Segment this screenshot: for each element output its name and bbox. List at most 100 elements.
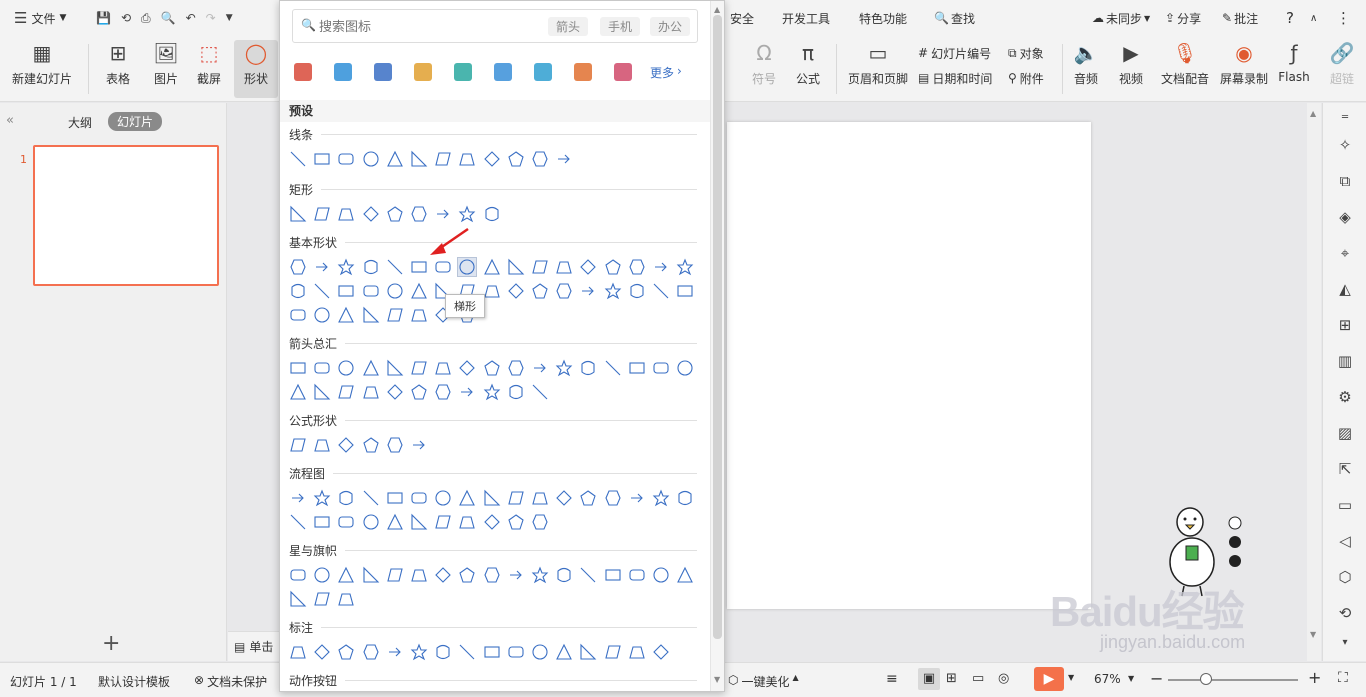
print-icon[interactable]: ⎙ [141, 11, 151, 26]
shape-item[interactable] [579, 643, 597, 661]
shape-item[interactable] [483, 383, 501, 401]
tab-outline[interactable]: 大纲 [68, 114, 92, 131]
search-command[interactable]: 🔍 查找 [934, 8, 975, 28]
shape-item[interactable] [434, 566, 452, 584]
formula-button[interactable]: π 公式 [788, 40, 828, 98]
shape-item[interactable] [289, 436, 307, 454]
shape-item[interactable] [676, 489, 694, 507]
shape-item[interactable] [386, 282, 404, 300]
shape-item[interactable] [362, 436, 380, 454]
shape-item[interactable] [337, 150, 355, 168]
shape-item[interactable] [483, 150, 501, 168]
one-click-beautify[interactable]: ⬡ 一键美化 ▲ [728, 673, 799, 690]
shape-item[interactable] [362, 150, 380, 168]
shape-item[interactable] [483, 489, 501, 507]
shape-item[interactable] [313, 282, 331, 300]
shape-button[interactable]: ◯ 形状 [234, 40, 278, 98]
tab-security[interactable]: 安全 [730, 8, 754, 28]
shape-item[interactable] [628, 282, 646, 300]
share-button[interactable]: ⇪ 分享 [1165, 8, 1201, 28]
shape-item[interactable] [483, 513, 501, 531]
shape-item[interactable] [457, 257, 478, 277]
export-icon[interactable]: ⇱ [1335, 459, 1355, 479]
collapse-icon[interactable]: ═ [1335, 108, 1355, 128]
fill-icon[interactable]: ◭ [1335, 279, 1355, 299]
chart-icon[interactable]: ▥ [1335, 351, 1355, 371]
shape-item[interactable] [386, 643, 404, 661]
shape-item[interactable] [313, 258, 331, 276]
sorter-view-icon[interactable]: ⊞ [946, 671, 957, 686]
shape-item[interactable] [531, 643, 549, 661]
shape-item[interactable] [458, 383, 476, 401]
shape-item[interactable] [434, 359, 452, 377]
shape-item[interactable] [676, 359, 694, 377]
shape-item[interactable] [337, 306, 355, 324]
shape-item[interactable] [507, 282, 525, 300]
file-menu[interactable]: ☰ 文件 ▼ [14, 8, 66, 28]
shape-item[interactable] [410, 282, 428, 300]
shape-item[interactable] [458, 150, 476, 168]
shape-item[interactable] [579, 359, 597, 377]
shape-item[interactable] [410, 513, 428, 531]
shape-item[interactable] [289, 282, 307, 300]
shape-item[interactable] [652, 489, 670, 507]
redo-icon[interactable]: ↷ [206, 11, 216, 25]
shape-item[interactable] [434, 643, 452, 661]
shape-item[interactable] [483, 282, 501, 300]
zoom-slider-handle[interactable] [1200, 673, 1212, 685]
shape-item[interactable] [313, 359, 331, 377]
shape-item[interactable] [386, 383, 404, 401]
settings-icon[interactable]: ⚙ [1335, 387, 1355, 407]
copy-icon[interactable]: ⧉ [1335, 171, 1355, 191]
shape-item[interactable] [531, 150, 549, 168]
shape-item[interactable] [434, 205, 452, 223]
history-icon[interactable]: ⟲ [1335, 603, 1355, 623]
shape-item[interactable] [531, 258, 549, 276]
shape-item[interactable] [337, 566, 355, 584]
shape-item[interactable] [313, 150, 331, 168]
shape-item[interactable] [410, 359, 428, 377]
shape-item[interactable] [531, 513, 549, 531]
shape-item[interactable] [337, 590, 355, 608]
shape-item[interactable] [555, 258, 573, 276]
attachment-button[interactable]: ⚲ 附件 [1008, 68, 1044, 88]
header-footer-button[interactable]: ▭ 页眉和页脚 [844, 40, 912, 98]
shape-item[interactable] [434, 489, 452, 507]
shape-item[interactable] [362, 489, 380, 507]
shape-item[interactable] [555, 150, 573, 168]
audio-button[interactable]: 🔈 音频 [1066, 40, 1106, 98]
hyperlink-button[interactable]: 🔗 超链 [1322, 40, 1362, 98]
shape-item[interactable] [628, 489, 646, 507]
shape-item[interactable] [507, 258, 525, 276]
chevron-down-icon[interactable]: ▼ [1068, 673, 1074, 682]
reading-view-icon[interactable]: ▭ [972, 671, 984, 686]
shape-item[interactable] [362, 359, 380, 377]
shape-item[interactable] [337, 258, 355, 276]
shape-item[interactable] [410, 258, 428, 276]
undo-icon[interactable]: ↶ [186, 11, 196, 25]
shape-item[interactable] [289, 150, 307, 168]
shape-item[interactable] [410, 566, 428, 584]
picture-button[interactable]: 🖼 图片 [142, 40, 190, 98]
shape-item[interactable] [386, 359, 404, 377]
shape-item[interactable] [386, 436, 404, 454]
shape-item[interactable] [434, 258, 452, 276]
shape-item[interactable] [531, 383, 549, 401]
shape-item[interactable] [313, 383, 331, 401]
shape-item[interactable] [507, 566, 525, 584]
slide-thumbnail[interactable] [33, 145, 219, 286]
shape-item[interactable] [483, 258, 501, 276]
shape-item[interactable] [362, 258, 380, 276]
scroll-down-icon[interactable]: ▼ [1310, 630, 1316, 639]
shape-item[interactable] [628, 643, 646, 661]
comment-button[interactable]: ✎ 批注 [1222, 8, 1258, 28]
shape-item[interactable] [313, 306, 331, 324]
shape-item[interactable] [458, 205, 476, 223]
doc-protection[interactable]: ⊗ 文档未保护 [194, 673, 267, 690]
shape-item[interactable] [410, 436, 428, 454]
shape-item[interactable] [386, 150, 404, 168]
add-slide-button[interactable]: + [102, 631, 120, 656]
normal-view-icon[interactable]: ▣ [918, 668, 940, 690]
shape-item[interactable] [628, 359, 646, 377]
shape-item[interactable] [362, 643, 380, 661]
